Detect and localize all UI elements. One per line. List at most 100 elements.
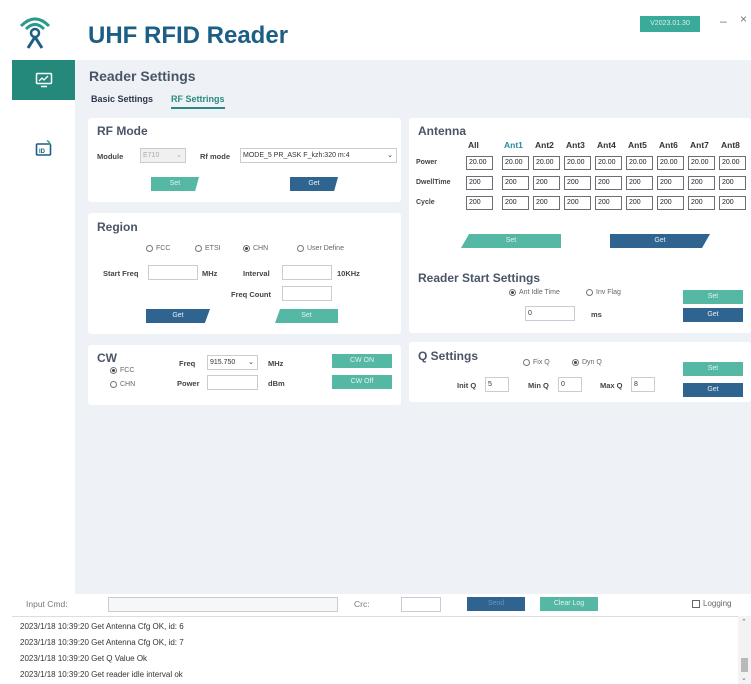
max-q-input[interactable]: 8 <box>631 377 655 392</box>
region-panel: Region FCC ETSI CHN User Define Start Fr… <box>88 213 401 334</box>
antenna-cell[interactable]: 20.00 <box>564 156 591 170</box>
radio-ant-idle-time[interactable]: Ant Idle Time <box>509 289 560 296</box>
idle-time-input[interactable]: 0 <box>525 306 575 321</box>
crc-field[interactable] <box>401 597 441 612</box>
antenna-cell[interactable]: 20.00 <box>719 156 746 170</box>
freq-count-label: Freq Count <box>231 290 271 299</box>
antenna-cell[interactable]: 200 <box>564 196 591 210</box>
sidebar-item-system-settings[interactable]: ID <box>12 128 75 168</box>
cw-power-input[interactable] <box>207 375 258 390</box>
main-content: Reader Settings Basic Settings RF Settri… <box>75 60 751 594</box>
antenna-get-button[interactable]: Get <box>610 234 710 248</box>
antenna-col-header: Ant2 <box>535 140 554 150</box>
antenna-cell[interactable]: 200 <box>719 176 746 190</box>
antenna-cell[interactable]: 200 <box>466 196 493 210</box>
header: UHF RFID Reader V2023.01.30 – × <box>0 0 751 60</box>
q-get-button[interactable]: Get <box>683 383 743 397</box>
antenna-cell[interactable]: 200 <box>564 176 591 190</box>
radio-cw-chn[interactable]: CHN <box>110 381 135 388</box>
radio-chn[interactable]: CHN <box>243 245 268 252</box>
antenna-cell[interactable]: 200 <box>688 196 715 210</box>
antenna-set-button[interactable]: Set <box>461 234 561 248</box>
cw-freq-select[interactable]: 915.750 ⌄ <box>207 355 258 370</box>
region-get-button[interactable]: Get <box>146 309 210 323</box>
antenna-cell[interactable]: 200 <box>719 196 746 210</box>
q-set-button[interactable]: Set <box>683 362 743 376</box>
rf-mode-set-button[interactable]: Set <box>151 177 199 191</box>
radio-label: Inv Flag <box>596 289 621 296</box>
power-label: Power <box>177 379 200 388</box>
rf-mode-select[interactable]: MODE_5 PR_ASK F_kzh:320 m:4 ⌄ <box>240 148 397 163</box>
radio-inv-flag[interactable]: Inv Flag <box>586 289 621 296</box>
antenna-cell[interactable]: 200 <box>595 176 622 190</box>
rf-mode-panel: RF Mode Module E710 ⌄ Rf mode MODE_5 PR_A… <box>88 118 401 202</box>
rf-mode-get-button[interactable]: Get <box>290 177 338 191</box>
scroll-thumb[interactable] <box>741 658 748 672</box>
cw-off-button[interactable]: CW Off <box>332 375 392 389</box>
logging-checkbox[interactable]: Logging <box>692 599 731 608</box>
antenna-cell[interactable]: 200 <box>502 196 529 210</box>
antenna-cell[interactable]: 200 <box>466 176 493 190</box>
sidebar-item-reader-settings[interactable] <box>12 60 75 100</box>
antenna-cell[interactable]: 20.00 <box>657 156 684 170</box>
init-q-input[interactable]: 5 <box>485 377 509 392</box>
radio-dot <box>243 245 250 252</box>
antenna-col-header: Ant8 <box>721 140 740 150</box>
antenna-cell[interactable]: 200 <box>657 196 684 210</box>
antenna-col-header: Ant6 <box>659 140 678 150</box>
min-q-input[interactable]: 0 <box>558 377 582 392</box>
antenna-cell[interactable]: 200 <box>626 176 653 190</box>
radio-fcc[interactable]: FCC <box>146 245 170 252</box>
antenna-cell[interactable]: 20.00 <box>626 156 653 170</box>
antenna-cell[interactable]: 200 <box>502 176 529 190</box>
antenna-cell[interactable]: 200 <box>533 176 560 190</box>
radio-label: Dyn Q <box>582 359 602 366</box>
antenna-cell[interactable]: 20.00 <box>533 156 560 170</box>
freq-count-input[interactable] <box>282 286 332 301</box>
radio-dyn-q[interactable]: Dyn Q <box>572 359 602 366</box>
antenna-cell[interactable]: 20.00 <box>466 156 493 170</box>
radio-fix-q[interactable]: Fix Q <box>523 359 550 366</box>
init-q-label: Init Q <box>457 381 477 390</box>
interval-input[interactable] <box>282 265 332 280</box>
clear-log-button[interactable]: Clear Log <box>540 597 598 611</box>
log-area[interactable]: 2023/1/18 10:39:20 Get Antenna Cfg OK, i… <box>12 616 751 684</box>
chevron-down-icon: ⌄ <box>248 359 254 366</box>
close-button[interactable]: × <box>740 12 747 26</box>
version-badge: V2023.01.30 <box>640 16 700 32</box>
scroll-down-icon[interactable]: ⌄ <box>741 674 747 682</box>
cw-panel: CW FCC CHN Freq 915.750 ⌄ MHz Power dBm C… <box>88 345 401 405</box>
radio-dot <box>110 381 117 388</box>
tab-basic-settings[interactable]: Basic Settings <box>91 94 153 104</box>
input-cmd-field[interactable] <box>108 597 338 612</box>
antenna-cell[interactable]: 20.00 <box>502 156 529 170</box>
q-settings-panel: Q Settings Fix Q Dyn Q Init Q 5 Min Q 0 … <box>409 342 751 402</box>
sidebar: ID <box>0 60 75 594</box>
start-freq-label: Start Freq <box>103 269 139 278</box>
radio-user-define[interactable]: User Define <box>297 245 344 252</box>
antenna-cell[interactable]: 200 <box>657 176 684 190</box>
tab-rf-settings[interactable]: RF Settrings <box>171 94 225 109</box>
radio-dot <box>297 245 304 252</box>
antenna-cell[interactable]: 20.00 <box>595 156 622 170</box>
antenna-cell[interactable]: 200 <box>626 196 653 210</box>
log-scrollbar[interactable]: ⌃ ⌄ <box>738 616 751 684</box>
radio-cw-fcc[interactable]: FCC <box>110 367 134 374</box>
radio-dot <box>572 359 579 366</box>
module-select[interactable]: E710 ⌄ <box>140 148 186 163</box>
region-set-button[interactable]: Set <box>275 309 338 323</box>
start-set-button[interactable]: Set <box>683 290 743 304</box>
start-get-button[interactable]: Get <box>683 308 743 322</box>
start-freq-input[interactable] <box>148 265 198 280</box>
antenna-cell[interactable]: 20.00 <box>688 156 715 170</box>
interval-label: Interval <box>243 269 270 278</box>
antenna-cell[interactable]: 200 <box>533 196 560 210</box>
minimize-button[interactable]: – <box>720 14 727 28</box>
antenna-cell[interactable]: 200 <box>595 196 622 210</box>
cw-on-button[interactable]: CW ON <box>332 354 392 368</box>
antenna-cell[interactable]: 200 <box>688 176 715 190</box>
radio-etsi[interactable]: ETSI <box>195 245 221 252</box>
send-button[interactable]: Send <box>467 597 525 611</box>
scroll-up-icon[interactable]: ⌃ <box>741 618 747 626</box>
antenna-row-label: Power <box>416 159 438 166</box>
